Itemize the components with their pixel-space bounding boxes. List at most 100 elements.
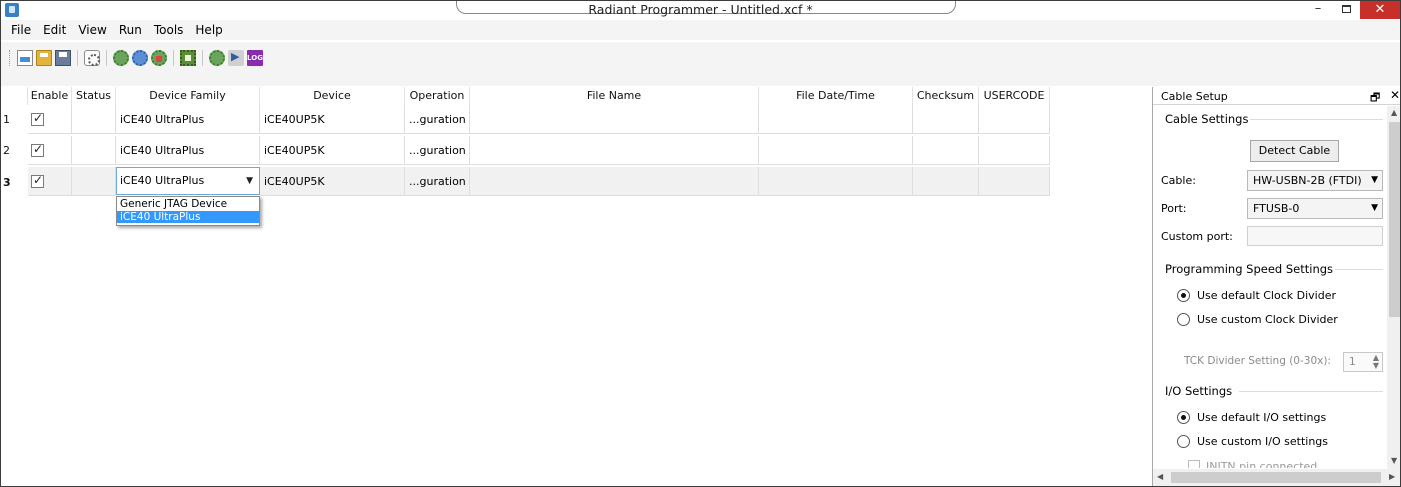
row-number: 2 xyxy=(3,144,10,157)
minimize-button[interactable]: – xyxy=(1304,1,1332,19)
erase-icon[interactable] xyxy=(151,50,167,66)
spin-updown-icon[interactable]: ▲ ▼ xyxy=(1373,354,1379,370)
custom-io-radio[interactable] xyxy=(1177,435,1190,448)
detect-cable-button[interactable]: Detect Cable xyxy=(1250,140,1339,162)
toolbar: LOG xyxy=(1,42,1400,86)
device-family-combobox[interactable]: iCE40 UltraPlus ▼ xyxy=(116,167,260,195)
verify-icon[interactable] xyxy=(132,50,148,66)
menu-edit[interactable]: Edit xyxy=(37,23,72,37)
application-window: Radiant Programmer - Untitled.xcf * – ✕ … xyxy=(0,0,1401,487)
run-icon[interactable] xyxy=(228,50,244,66)
group-divider xyxy=(1239,391,1383,392)
file-name-cell[interactable] xyxy=(470,136,759,165)
scroll-thumb[interactable] xyxy=(1171,472,1381,483)
panel-close-icon[interactable]: ✕ xyxy=(1390,88,1400,102)
menu-bar: File Edit View Run Tools Help xyxy=(1,20,1400,40)
group-divider xyxy=(1243,119,1383,120)
menu-run[interactable]: Run xyxy=(113,23,148,37)
default-io-radio[interactable] xyxy=(1177,411,1190,424)
scroll-up-icon[interactable]: ▲ xyxy=(1391,108,1397,117)
scroll-thumb[interactable] xyxy=(1389,122,1400,317)
chevron-down-icon: ▼ xyxy=(1371,203,1378,213)
header-operation[interactable]: Operation xyxy=(405,87,470,105)
scan-device-icon[interactable] xyxy=(84,50,100,66)
custom-clock-divider-radio[interactable] xyxy=(1177,313,1190,326)
speed-settings-title: Programming Speed Settings xyxy=(1163,262,1336,276)
operation-cell[interactable]: ...guration xyxy=(405,167,470,196)
operation-cell[interactable]: ...guration xyxy=(405,105,470,134)
status-cell xyxy=(72,136,116,165)
toolbar-grip[interactable] xyxy=(9,50,12,66)
port-label: Port: xyxy=(1161,202,1187,215)
menu-view[interactable]: View xyxy=(72,23,112,37)
maximize-button[interactable] xyxy=(1332,1,1360,19)
usercode-cell xyxy=(979,167,1050,196)
panel-horizontal-scrollbar[interactable]: ◀ ▶ xyxy=(1153,469,1400,486)
custom-port-input[interactable] xyxy=(1247,226,1383,246)
initn-checkbox[interactable] xyxy=(1188,460,1200,468)
save-icon[interactable] xyxy=(55,50,71,66)
header-device[interactable]: Device xyxy=(260,87,405,105)
menu-help[interactable]: Help xyxy=(189,23,228,37)
custom-clock-divider-label[interactable]: Use custom Clock Divider xyxy=(1197,313,1338,326)
chip-icon[interactable] xyxy=(180,50,196,66)
file-datetime-cell xyxy=(759,167,913,196)
scroll-right-icon[interactable]: ▶ xyxy=(1389,472,1395,481)
device-family-cell[interactable]: iCE40 UltraPlus xyxy=(116,105,260,134)
dropdown-option-generic-jtag[interactable]: Generic JTAG Device xyxy=(117,198,259,210)
device-cell[interactable]: iCE40UP5K xyxy=(260,105,405,134)
menu-tools[interactable]: Tools xyxy=(148,23,190,37)
dropdown-option-ice40-ultraplus[interactable]: iCE40 UltraPlus xyxy=(117,211,259,223)
header-status[interactable]: Status xyxy=(72,87,116,105)
enable-checkbox[interactable] xyxy=(31,111,44,126)
close-button[interactable]: ✕ xyxy=(1360,1,1400,19)
enable-checkbox[interactable] xyxy=(31,173,44,188)
new-file-icon[interactable] xyxy=(17,50,33,66)
tck-divider-label: TCK Divider Setting (0-30x): xyxy=(1184,355,1331,367)
program-icon[interactable] xyxy=(113,50,129,66)
custom-io-label[interactable]: Use custom I/O settings xyxy=(1197,435,1328,448)
usercode-cell xyxy=(979,136,1050,165)
initn-label: INITN pin connected xyxy=(1206,460,1318,468)
file-name-cell[interactable] xyxy=(470,167,759,196)
default-clock-divider-label[interactable]: Use default Clock Divider xyxy=(1197,289,1336,302)
file-name-cell[interactable] xyxy=(470,105,759,134)
operation-cell[interactable]: ...guration xyxy=(405,136,470,165)
header-file-name[interactable]: File Name xyxy=(470,87,759,105)
toolbar-separator xyxy=(202,50,203,66)
header-file-datetime[interactable]: File Date/Time xyxy=(759,87,913,105)
port-select-value: FTUSB-0 xyxy=(1253,202,1300,215)
header-rownum xyxy=(1,87,28,105)
menu-file[interactable]: File xyxy=(5,23,37,37)
header-checksum[interactable]: Checksum xyxy=(913,87,979,105)
window-title: Radiant Programmer - Untitled.xcf * xyxy=(588,2,813,17)
io-settings-title: I/O Settings xyxy=(1163,384,1235,398)
device-cell[interactable]: iCE40UP5K xyxy=(260,136,405,165)
dropdown-arrow-icon[interactable]: ▼ xyxy=(246,168,253,194)
header-usercode[interactable]: USERCODE xyxy=(979,87,1050,105)
custom-port-label: Custom port: xyxy=(1161,230,1233,243)
enable-checkbox[interactable] xyxy=(31,142,44,157)
default-io-label[interactable]: Use default I/O settings xyxy=(1197,411,1326,424)
maximize-icon xyxy=(1341,5,1351,13)
row-number: 1 xyxy=(3,113,10,126)
header-enable[interactable]: Enable xyxy=(28,87,72,105)
device-cell[interactable]: iCE40UP5K xyxy=(260,167,405,196)
cable-label: Cable: xyxy=(1161,174,1196,187)
chevron-down-icon: ▼ xyxy=(1371,175,1378,185)
panel-vertical-scrollbar[interactable]: ▲ ▼ xyxy=(1387,106,1400,469)
tck-divider-spinbox[interactable]: 1 ▲ ▼ xyxy=(1343,352,1383,372)
device-family-cell[interactable]: iCE40 UltraPlus xyxy=(116,136,260,165)
file-datetime-cell xyxy=(759,136,913,165)
open-folder-icon[interactable] xyxy=(36,50,52,66)
default-clock-divider-radio[interactable] xyxy=(1177,289,1190,302)
cable-select[interactable]: HW-USBN-2B (FTDI) ▼ xyxy=(1247,170,1383,191)
port-select[interactable]: FTUSB-0 ▼ xyxy=(1247,198,1383,219)
scroll-left-icon[interactable]: ◀ xyxy=(1157,472,1163,481)
toolbar-separator xyxy=(77,50,78,66)
toolbar-separator xyxy=(106,50,107,66)
scroll-down-icon[interactable]: ▼ xyxy=(1391,456,1397,465)
header-device-family[interactable]: Device Family xyxy=(116,87,260,105)
log-icon[interactable]: LOG xyxy=(247,50,263,66)
program-flow-icon[interactable] xyxy=(209,50,225,66)
